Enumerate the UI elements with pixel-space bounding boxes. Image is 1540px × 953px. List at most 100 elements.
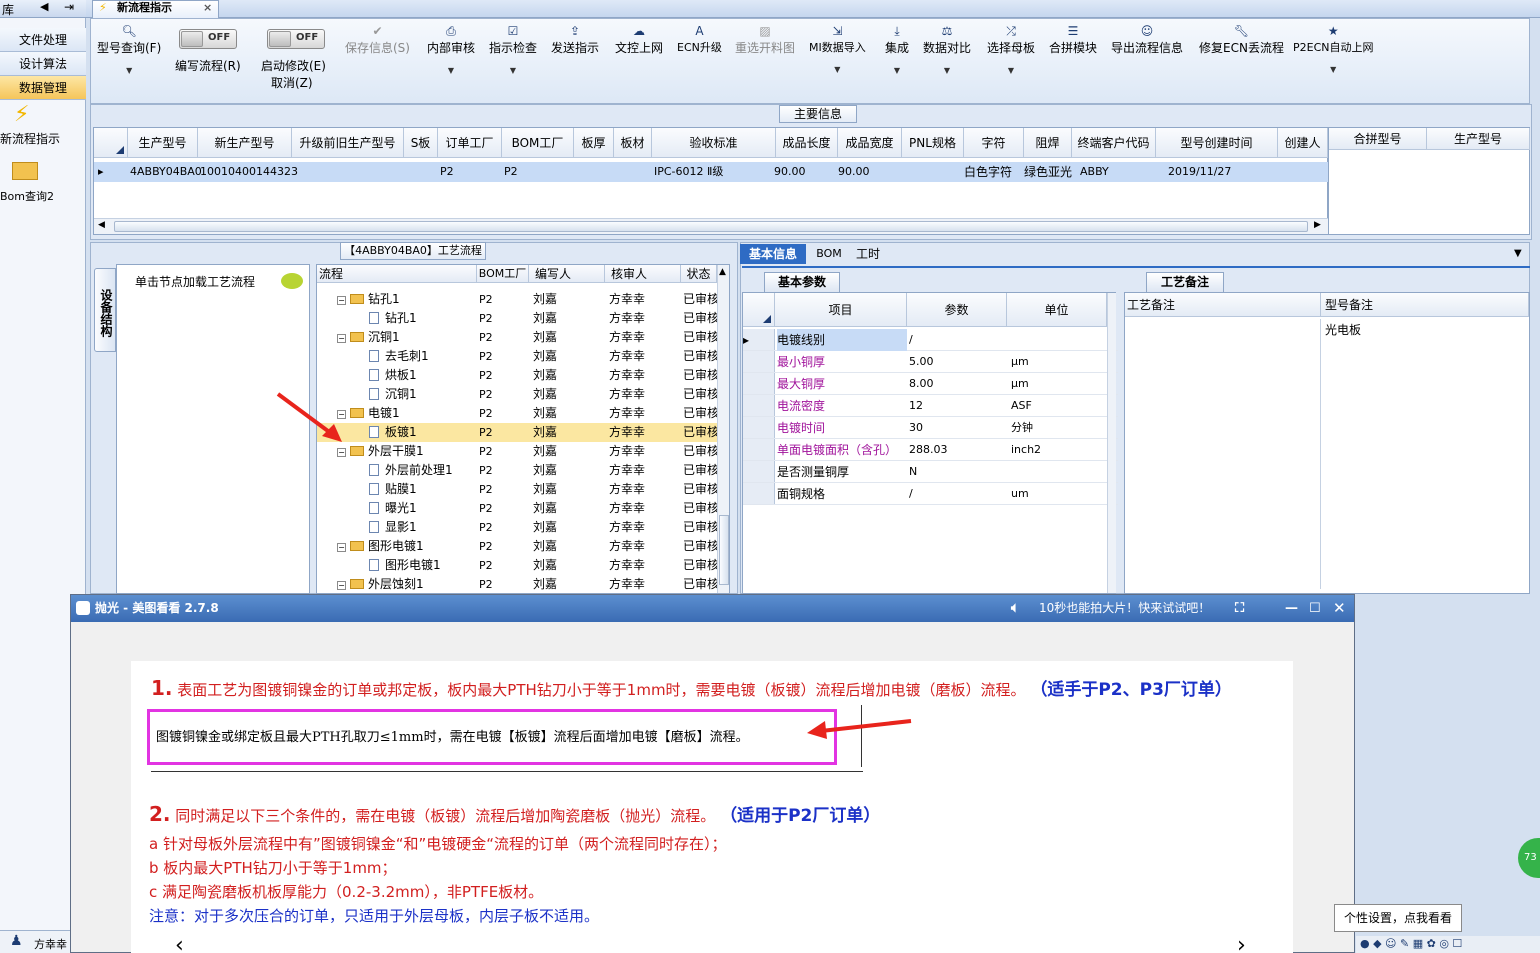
row-selector[interactable] xyxy=(743,351,775,372)
scroll-thumb[interactable] xyxy=(719,515,729,585)
chevron-down-icon[interactable]: ▼ xyxy=(97,66,161,75)
col-header[interactable]: 流程 xyxy=(317,265,477,283)
param-value[interactable]: N xyxy=(909,461,1009,483)
tab-labor-hours[interactable]: 工时 xyxy=(850,244,886,264)
write-process-toggle[interactable]: OFF xyxy=(179,29,237,49)
scroll-right-icon[interactable]: ▶ xyxy=(1314,220,1321,230)
personalize-popup[interactable]: 个性设置，点我看看 xyxy=(1334,904,1462,932)
select-mother-board-button[interactable]: ⤮ 选择母板 ▼ xyxy=(987,23,1035,75)
collapse-left-icon[interactable]: ◀ xyxy=(40,0,48,13)
col-header[interactable]: 成品宽度 xyxy=(838,128,902,158)
col-header[interactable]: 型号备注 xyxy=(1321,293,1529,317)
nav-data-management[interactable]: 数据管理 xyxy=(0,76,86,100)
chevron-down-icon[interactable]: ▼ xyxy=(1293,65,1374,74)
collapse-node-icon[interactable]: − xyxy=(337,448,346,457)
col-header[interactable]: 创建人 xyxy=(1278,128,1328,158)
tray-icons[interactable]: ● ◆ ☺ ✎ ▦ ✿ ◎ ☐ xyxy=(1360,937,1462,950)
bom-query-shortcut[interactable]: Bom查询2 xyxy=(0,162,86,204)
tab-basic-info[interactable]: 基本信息 xyxy=(740,244,806,264)
tab-new-process[interactable]: ⚡ 新流程指示 × xyxy=(92,0,219,18)
col-header[interactable]: 阻焊 xyxy=(1024,128,1072,158)
row-selector[interactable]: ▸ xyxy=(743,329,775,350)
col-header[interactable]: 生产型号 xyxy=(1427,128,1530,150)
tree-row[interactable]: − 外层蚀刻1 P2 刘嘉 方幸幸 已审核 xyxy=(317,575,722,593)
col-header[interactable]: 合拼型号 xyxy=(1329,128,1427,150)
process-remark-textarea[interactable] xyxy=(1125,319,1321,589)
col-header[interactable]: 生产型号 xyxy=(128,128,198,158)
collapse-node-icon[interactable]: − xyxy=(337,543,346,552)
collapse-node-icon[interactable]: − xyxy=(337,296,346,305)
exit-icon[interactable]: ⇥ xyxy=(64,0,74,14)
col-header[interactable]: 编写人 xyxy=(529,265,605,283)
row-selector[interactable] xyxy=(743,373,775,394)
param-row[interactable]: 最大铜厚 8.00 μm xyxy=(743,373,1118,395)
tree-row[interactable]: − 电镀1 P2 刘嘉 方幸幸 已审核 xyxy=(317,404,722,423)
tab-basic-params[interactable]: 基本参数 xyxy=(764,272,840,292)
col-header[interactable]: BOM工厂 xyxy=(502,128,574,158)
col-header[interactable]: 参数 xyxy=(907,293,1007,327)
collapse-node-icon[interactable]: − xyxy=(337,581,346,590)
param-value[interactable]: 288.03 xyxy=(909,439,1009,461)
tree-row[interactable]: − 钻孔1 P2 刘嘉 方幸幸 已审核 xyxy=(317,290,722,309)
tree-row[interactable]: 贴膜1 P2 刘嘉 方幸幸 已审核 xyxy=(317,480,722,499)
chevron-down-icon[interactable]: ▼ xyxy=(923,66,971,75)
col-header[interactable]: 项目 xyxy=(775,293,907,327)
start-modify-toggle[interactable]: OFF xyxy=(267,29,325,49)
maximize-icon[interactable]: ☐ xyxy=(1309,595,1321,622)
vertical-scrollbar[interactable] xyxy=(1107,293,1116,593)
nav-design-algorithm[interactable]: 设计算法 xyxy=(0,52,86,76)
chevron-down-icon[interactable]: ▼ xyxy=(885,66,909,75)
send-instruction-button[interactable]: ⇪ 发送指示 xyxy=(551,23,599,56)
param-value[interactable]: / xyxy=(909,483,1009,505)
reselect-cutting-chart-button[interactable]: ▨ 重选开料图 xyxy=(735,23,795,56)
speaker-icon[interactable]: 🔈︎ xyxy=(1011,595,1019,622)
collapse-node-icon[interactable]: − xyxy=(337,334,346,343)
tab-process-remarks[interactable]: 工艺备注 xyxy=(1146,272,1224,292)
tree-row[interactable]: 钻孔1 P2 刘嘉 方幸幸 已审核 xyxy=(317,309,722,328)
col-header[interactable]: 板材 xyxy=(614,128,652,158)
row-selector[interactable] xyxy=(743,461,775,482)
param-row[interactable]: 电流密度 12 ASF xyxy=(743,395,1118,417)
col-header[interactable]: 成品长度 xyxy=(776,128,838,158)
col-header[interactable]: 状态 xyxy=(681,265,717,283)
merge-module-button[interactable]: ☰ 合拼模块 xyxy=(1049,23,1097,56)
param-value[interactable]: / xyxy=(909,329,1009,351)
chevron-down-icon[interactable]: ▼ xyxy=(1514,248,1522,259)
close-icon[interactable]: × xyxy=(203,1,212,15)
col-header[interactable]: 订单工厂 xyxy=(438,128,502,158)
side-tab-equipment[interactable]: 设备结构 xyxy=(94,268,116,352)
param-value[interactable]: 12 xyxy=(909,395,1009,417)
tree-row[interactable]: − 图形电镀1 P2 刘嘉 方幸幸 已审核 xyxy=(317,537,722,556)
cancel-button[interactable]: 取消(Z) xyxy=(271,74,313,91)
param-row[interactable]: 单面电镀面积（含孔） 288.03 inch2 xyxy=(743,439,1118,461)
fix-ecn-lost-process-button[interactable]: 🔧︎ 修复ECN丢流程 xyxy=(1199,23,1284,56)
new-process-shortcut[interactable]: ⚡ 新流程指示 xyxy=(0,102,86,147)
tree-row[interactable]: 显影1 P2 刘嘉 方幸幸 已审核 xyxy=(317,518,722,537)
col-header[interactable]: 型号创建时间 xyxy=(1156,128,1278,158)
col-header[interactable]: 单位 xyxy=(1007,293,1107,327)
chevron-down-icon[interactable]: ▼ xyxy=(489,66,537,75)
tree-row[interactable]: 烘板1 P2 刘嘉 方幸幸 已审核 xyxy=(317,366,722,385)
tree-row[interactable]: 去毛刺1 P2 刘嘉 方幸幸 已审核 xyxy=(317,347,722,366)
close-icon[interactable]: ✕ xyxy=(1333,595,1346,622)
col-header[interactable]: 新生产型号 xyxy=(198,128,292,158)
row-selector[interactable] xyxy=(743,439,775,460)
chevron-down-icon[interactable]: ▼ xyxy=(987,66,1035,75)
col-header[interactable]: 终端客户代码 xyxy=(1072,128,1156,158)
mi-data-import-button[interactable]: ⇲ MI数据导入 ▼ xyxy=(809,23,866,74)
tab-bom[interactable]: BOM xyxy=(812,244,846,264)
row-selector[interactable] xyxy=(743,395,775,416)
promo-text[interactable]: 10秒也能拍大片！快来试试吧！ xyxy=(1039,595,1210,622)
param-row[interactable]: 电镀时间 30 分钟 xyxy=(743,417,1118,439)
row-selector[interactable] xyxy=(743,417,775,438)
internal-review-button[interactable]: ⎙ 内部审核 ▼ xyxy=(427,23,475,75)
viewer-title-bar[interactable]: 抛光 - 美图看看 2.7.8 🔈︎ 10秒也能拍大片！快来试试吧！ ⛶ — ☐… xyxy=(71,595,1354,622)
col-header[interactable]: 字符 xyxy=(964,128,1024,158)
param-row[interactable]: 面铜规格 / um xyxy=(743,483,1118,505)
doc-control-online-button[interactable]: ☁ 文控上网 xyxy=(615,23,663,56)
p2ecn-auto-online-button[interactable]: ★ P2ECN自动上网 ▼ xyxy=(1293,23,1374,74)
param-value[interactable]: 5.00 xyxy=(909,351,1009,373)
save-info-button[interactable]: ✔ 保存信息(S) xyxy=(345,23,410,56)
chevron-down-icon[interactable]: ▼ xyxy=(809,65,866,74)
nav-file-processing[interactable]: 文件处理 xyxy=(0,28,86,52)
